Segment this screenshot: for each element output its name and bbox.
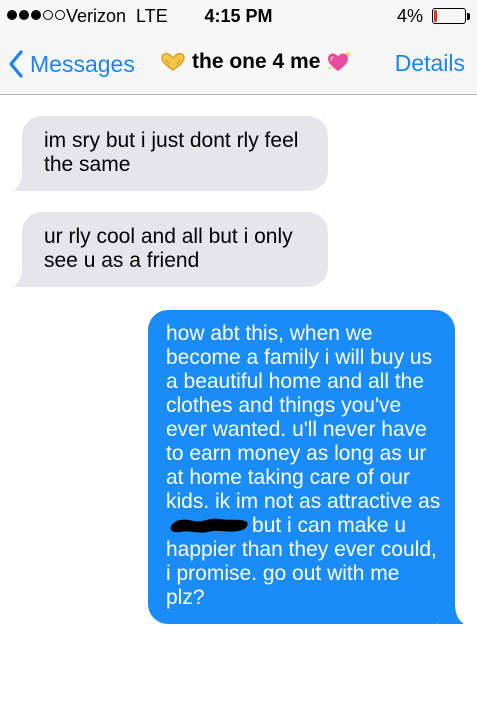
bubble-tail [438, 598, 464, 624]
back-to-messages-button[interactable]: Messages [8, 47, 135, 81]
message-text: ur rly cool and all but i only see u as … [44, 225, 293, 272]
message-text: im sry but i just dont rly feel the same [44, 129, 299, 176]
battery-level-fill [434, 10, 437, 22]
status-bar: Verizon LTE 4:15 PM 4% [0, 0, 477, 34]
details-button[interactable]: Details [395, 50, 465, 77]
sparkling-heart-emoji-icon [328, 51, 352, 71]
outgoing-message-bubble[interactable]: how abt this, when we become a family i … [148, 310, 464, 624]
chevron-left-icon [9, 50, 23, 78]
battery-tip [467, 13, 470, 20]
bubble-tail [13, 165, 39, 191]
message-thread[interactable]: im sry but i just dont rly feel the same… [0, 95, 477, 725]
contact-name: the one 4 me [192, 50, 321, 73]
message-text-part: how abt this, when we become a family i … [166, 322, 441, 513]
redaction-scribble-icon [170, 518, 248, 533]
battery-icon [432, 8, 466, 24]
heart-hands-emoji-icon [161, 52, 185, 71]
navigation-bar: Messages the one 4 me Details [0, 34, 477, 95]
battery-percent: 4% [396, 6, 423, 26]
incoming-message-bubble[interactable]: im sry but i just dont rly feel the same [13, 116, 328, 191]
back-button-label: Messages [30, 50, 135, 77]
conversation-title[interactable]: the one 4 me [160, 50, 352, 74]
incoming-message-bubble[interactable]: ur rly cool and all but i only see u as … [13, 212, 328, 287]
bubble-tail [13, 261, 39, 287]
message-text: how abt this, when we become a family i … [166, 322, 441, 610]
